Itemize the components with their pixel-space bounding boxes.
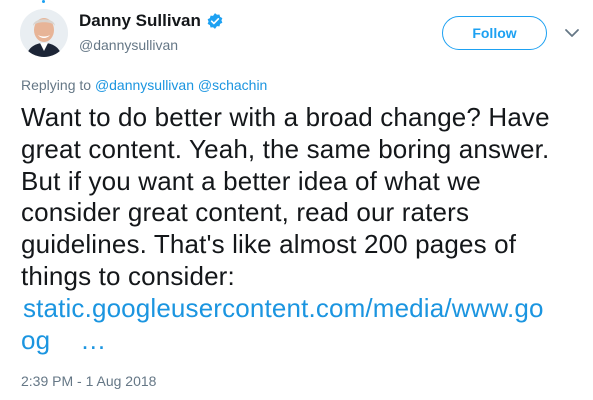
tweet-text-line: But if you want a better idea of what we xyxy=(21,165,481,196)
reply-prefix: Replying to xyxy=(21,77,92,93)
tweet-timestamp[interactable]: 2:39 PM - 1 Aug 2018 xyxy=(21,373,156,389)
tweet-text-line: guidelines. That's like almost 200 pages… xyxy=(21,229,517,260)
reply-mention-schachin[interactable]: @schachin xyxy=(198,77,267,93)
verified-badge-icon xyxy=(207,13,223,29)
avatar-photo xyxy=(20,9,68,57)
tweet-url-ellipsis: … xyxy=(80,324,107,355)
tweet-url-link[interactable]: static.googleusercontent.com/media/www.g… xyxy=(21,293,586,357)
tweet-text: Want to do better with a broad change? H… xyxy=(21,102,586,356)
thread-connector xyxy=(42,0,45,3)
tweet-text-line: great content. Yeah, the same boring ans… xyxy=(21,133,550,164)
tweet-text-line: things to consider: xyxy=(21,260,235,291)
tweet-text-line: consider great content, read our raters xyxy=(21,197,470,228)
tweet-url-line: static.googleusercontent.com/media/www.g… xyxy=(23,292,544,323)
chevron-down-icon[interactable] xyxy=(564,26,580,40)
author-name-row: Danny Sullivan xyxy=(79,11,224,31)
tweet-url-line-end: og … xyxy=(21,325,586,357)
tweet-url-tail: og xyxy=(21,324,51,355)
avatar[interactable] xyxy=(20,9,68,57)
follow-button[interactable]: Follow xyxy=(442,16,547,50)
reply-context: Replying to @dannysullivan @schachin xyxy=(21,77,267,93)
reply-mention-dannysullivan[interactable]: @dannysullivan xyxy=(95,77,194,93)
author-handle[interactable]: @dannysullivan xyxy=(79,37,178,53)
tweet-text-line: Want to do better with a broad change? H… xyxy=(21,102,550,132)
author-display-name[interactable]: Danny Sullivan xyxy=(79,11,201,31)
